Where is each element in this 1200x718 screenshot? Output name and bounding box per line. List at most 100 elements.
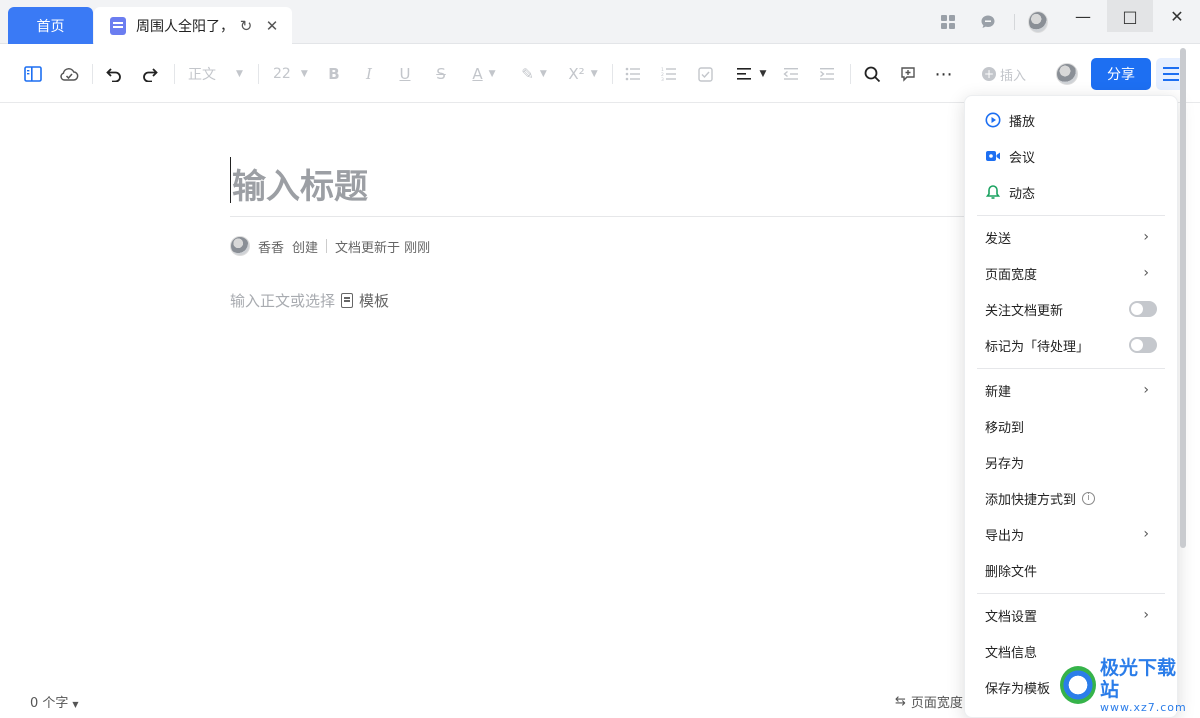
chevron-down-icon: ▼ <box>236 69 243 79</box>
menu-item-page-width[interactable]: 页面宽度 › <box>977 255 1165 291</box>
more-icon[interactable]: ⋯ <box>934 63 954 85</box>
body-input[interactable]: 输入正文或选择 模板 <box>230 290 389 311</box>
titlebar-divider <box>1014 14 1015 30</box>
indent-icon[interactable] <box>818 63 836 85</box>
template-link[interactable]: 模板 <box>341 290 389 311</box>
numbered-list-icon[interactable]: 123 <box>660 63 678 85</box>
paragraph-style-label: 正文 <box>188 67 216 83</box>
plus-icon: + <box>981 67 996 81</box>
page-width-label: 页面宽度 <box>910 696 963 711</box>
menu-item-label: 发送 <box>985 231 1012 247</box>
menu-item-doc-settings[interactable]: 文档设置 › <box>977 597 1165 633</box>
avatar <box>1028 11 1048 33</box>
chevron-right-icon: › <box>1143 265 1149 281</box>
redo-icon[interactable] <box>140 63 160 85</box>
menu-item-label: 添加快捷方式到 <box>985 492 1077 508</box>
menu-item-label: 移动到 <box>985 420 1025 436</box>
align-select[interactable]: ▼ <box>732 63 770 85</box>
menu-item-label: 删除文件 <box>985 564 1038 580</box>
font-size-select[interactable]: 22 ▼ <box>273 63 309 85</box>
undo-icon[interactable] <box>104 63 124 85</box>
bold-icon[interactable]: B <box>325 63 343 85</box>
menu-item-save-as[interactable]: 另存为 <box>977 444 1165 480</box>
share-button[interactable]: 分享 <box>1091 58 1151 90</box>
minimize-button[interactable]: — <box>1060 0 1106 32</box>
tab-home-label: 首页 <box>36 18 65 35</box>
bullet-list-icon[interactable] <box>624 63 642 85</box>
title-input[interactable]: 输入标题 <box>230 157 990 217</box>
play-icon <box>985 112 1001 128</box>
user-avatar[interactable] <box>1028 11 1048 33</box>
width-icon: ⇆ <box>895 694 906 709</box>
menu-item-new[interactable]: 新建 › <box>977 372 1165 408</box>
font-color-icon[interactable]: A ▼ <box>468 63 500 85</box>
menu-item-play[interactable]: 播放 <box>977 102 1165 138</box>
menu-item-meeting[interactable]: 会议 <box>977 138 1165 174</box>
menu-item-export-as[interactable]: 导出为 › <box>977 516 1165 552</box>
video-camera-icon <box>985 148 1001 164</box>
chat-icon[interactable] <box>978 12 998 32</box>
menu-divider <box>977 215 1165 216</box>
text-caret <box>230 157 231 203</box>
search-icon[interactable] <box>862 63 882 85</box>
sidebar-toggle-icon[interactable] <box>23 63 43 85</box>
highlight-icon[interactable]: ✎ ▼ <box>518 63 550 85</box>
menu-divider <box>977 593 1165 594</box>
page-width-toggle[interactable]: ⇆ 页面宽度 <box>895 692 963 711</box>
strikethrough-icon[interactable]: S <box>432 63 450 85</box>
menu-item-label: 文档信息 <box>985 645 1038 661</box>
insert-label: 插入 <box>999 68 1026 84</box>
close-window-button[interactable]: ✕ <box>1154 0 1200 32</box>
maximize-button[interactable]: □ <box>1107 0 1153 32</box>
mark-pending-toggle[interactable] <box>1129 337 1157 353</box>
watermark-name: 极光下载站 <box>1100 656 1177 701</box>
checklist-icon[interactable] <box>696 63 714 85</box>
collaborator-avatar[interactable] <box>1056 63 1078 85</box>
comment-icon[interactable] <box>898 63 918 85</box>
document-menu: 播放 会议 动态 发送 › 页面宽度 › 关注文档更新 标记为「待处理」 新建 › 移… <box>964 95 1178 718</box>
cloud-sync-icon[interactable] <box>59 63 79 85</box>
chevron-down-icon: ▼ <box>300 69 308 79</box>
word-count[interactable]: 0 个字 ▼ <box>30 692 79 711</box>
share-button-label: 分享 <box>1107 67 1135 83</box>
outdent-icon[interactable] <box>782 63 800 85</box>
scrollbar[interactable] <box>1180 48 1186 548</box>
created-label: 创建 <box>292 240 319 256</box>
menu-item-follow-updates[interactable]: 关注文档更新 <box>977 291 1165 327</box>
menu-item-send[interactable]: 发送 › <box>977 219 1165 255</box>
insert-button[interactable]: + 插入 <box>978 63 1030 85</box>
tab-home[interactable]: 首页 <box>8 7 93 44</box>
menu-item-label: 页面宽度 <box>985 267 1038 283</box>
follow-updates-toggle[interactable] <box>1129 301 1157 317</box>
avatar <box>1056 63 1078 85</box>
menu-item-mark-pending[interactable]: 标记为「待处理」 <box>977 327 1165 363</box>
apps-grid-icon[interactable] <box>938 12 958 32</box>
chevron-right-icon: › <box>1143 229 1149 245</box>
chevron-right-icon: › <box>1143 382 1149 398</box>
menu-item-label: 新建 <box>985 384 1012 400</box>
superscript-icon[interactable]: X² ▼ <box>565 63 601 85</box>
toolbar-divider <box>612 64 613 84</box>
paragraph-style-select[interactable]: 正文 ▼ <box>188 63 248 85</box>
menu-item-delete-file[interactable]: 删除文件 <box>977 552 1165 588</box>
author-avatar <box>230 236 250 256</box>
info-icon[interactable]: i <box>1082 491 1096 505</box>
underline-icon[interactable]: U <box>396 63 414 85</box>
menu-divider <box>977 368 1165 369</box>
toolbar-divider <box>92 64 93 84</box>
italic-icon[interactable]: I <box>360 63 378 85</box>
template-icon <box>341 293 354 308</box>
tab-document[interactable]: 周围人全阳了， ↻ ✕ <box>94 7 292 44</box>
menu-item-activity[interactable]: 动态 <box>977 174 1165 210</box>
menu-item-move-to[interactable]: 移动到 <box>977 408 1165 444</box>
menu-item-add-shortcut[interactable]: 添加快捷方式到 i <box>977 480 1165 516</box>
chevron-down-icon: ▼ <box>759 69 767 79</box>
menu-item-label: 动态 <box>1009 186 1036 202</box>
toolbar-divider <box>258 64 259 84</box>
author-name: 香香 <box>258 240 285 256</box>
close-tab-icon[interactable]: ✕ <box>262 17 282 35</box>
tab-document-label: 周围人全阳了， <box>136 18 230 35</box>
chevron-right-icon: › <box>1143 526 1149 542</box>
title-bar: 首页 周围人全阳了， ↻ ✕ — □ ✕ <box>0 0 1200 44</box>
refresh-icon[interactable]: ↻ <box>236 17 256 35</box>
